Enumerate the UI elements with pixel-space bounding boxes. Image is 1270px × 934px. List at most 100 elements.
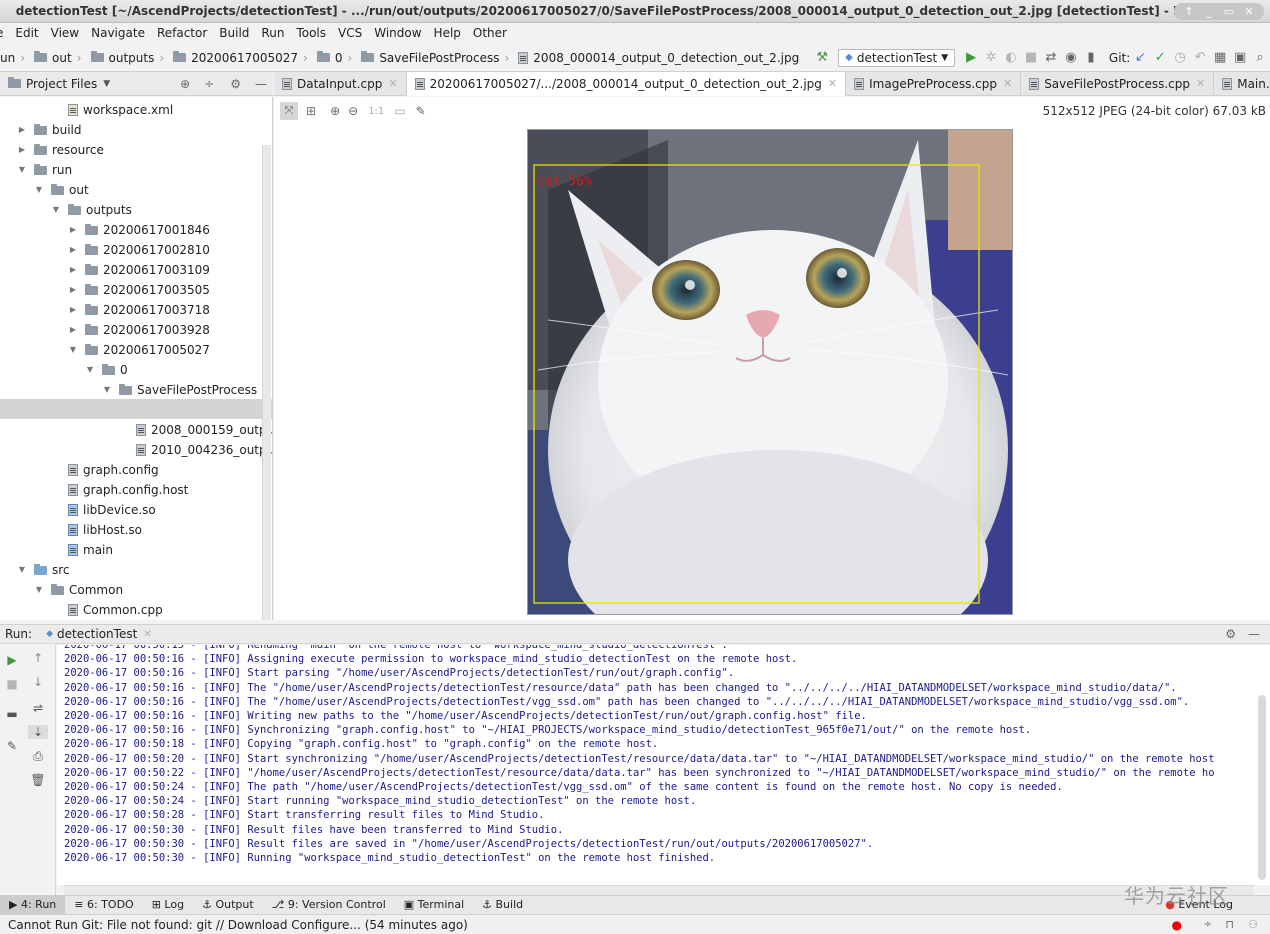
menu-vcs[interactable]: VCS xyxy=(332,23,368,44)
chessboard-icon[interactable]: ▭ xyxy=(394,104,405,118)
run-icon[interactable]: ▶ xyxy=(964,50,978,65)
tree-item[interactable]: ▶ resource xyxy=(17,140,104,160)
tree-item[interactable]: Common.cpp xyxy=(51,600,163,620)
zoom-out-icon[interactable]: ⊖ xyxy=(348,104,358,118)
fit-zoom-icon[interactable]: ⤧ xyxy=(280,102,298,120)
tree-item[interactable]: ▶ 20200617003109 xyxy=(68,260,210,280)
menu-window[interactable]: Window xyxy=(368,23,427,44)
tree-item[interactable]: ▶ 20200617001846 xyxy=(68,220,210,240)
memory-indicator-icon[interactable]: ⚇ xyxy=(1248,918,1258,931)
menu-edit[interactable]: Edit xyxy=(9,23,44,44)
breadcrumb-run[interactable]: un › xyxy=(0,51,34,65)
print-icon[interactable]: ⎙ xyxy=(28,749,48,764)
run-configuration-select[interactable]: ◆ detectionTest ▼ xyxy=(838,48,956,67)
stop-icon[interactable]: ■ xyxy=(2,677,22,691)
tree-item[interactable]: ▼ run xyxy=(17,160,72,180)
tab-detection-image[interactable]: 20200617005027/.../2008_000014_output_0_… xyxy=(406,71,847,96)
expand-closed-icon[interactable]: ▶ xyxy=(68,220,78,240)
trash-icon[interactable]: 🗑 xyxy=(28,773,48,787)
tree-scrollbar[interactable] xyxy=(262,145,271,620)
expand-closed-icon[interactable]: ▶ xyxy=(68,300,78,320)
tool-terminal[interactable]: ▣ Terminal xyxy=(395,896,473,914)
tree-item[interactable]: ▶ 20200617003928 xyxy=(68,320,210,340)
coverage-icon[interactable]: ◐ xyxy=(1004,50,1018,65)
tab-imagepreprocess[interactable]: ImagePreProcess.cpp ✕ xyxy=(846,71,1022,96)
git-revert-icon[interactable]: ↶ xyxy=(1193,50,1207,65)
tree-item[interactable]: 2010_004236_output_ xyxy=(119,440,272,460)
menu-build[interactable]: Build xyxy=(213,23,255,44)
expand-closed-icon[interactable]: ▶ xyxy=(17,140,27,160)
project-view-select[interactable]: Project Files xyxy=(26,77,97,91)
run-tab-detectiontest[interactable]: ◆ detectionTest ✕ xyxy=(46,627,152,641)
lock-icon[interactable]: ⊓ xyxy=(1225,918,1234,931)
tree-item[interactable]: ▶ build xyxy=(17,120,82,140)
expand-open-icon[interactable]: ▼ xyxy=(102,380,112,400)
encoding-icon[interactable]: ÷ xyxy=(1204,919,1212,930)
menu-view[interactable]: View xyxy=(45,23,85,44)
expand-open-icon[interactable]: ▼ xyxy=(85,360,95,380)
git-update-icon[interactable]: ↙ xyxy=(1133,50,1147,65)
hide-icon[interactable]: — xyxy=(255,77,267,91)
breadcrumb-savefilepostprocess[interactable]: SaveFilePostProcess › xyxy=(361,51,518,65)
tree-item[interactable]: ▼ src xyxy=(17,560,70,580)
run-console-output[interactable]: 2020-06-17 00:50:15 - [INFO] Renaming "m… xyxy=(57,645,1270,885)
expand-closed-icon[interactable]: ▶ xyxy=(68,260,78,280)
status-message[interactable]: Cannot Run Git: File not found: git // D… xyxy=(8,918,468,932)
debug-icon[interactable]: ✲ xyxy=(984,50,998,65)
tree-item[interactable]: ▼ 0 xyxy=(85,360,128,380)
terminal-icon[interactable]: ▣ xyxy=(1233,50,1247,65)
tool-output[interactable]: ⚓ Output xyxy=(193,896,263,914)
tab-main-h[interactable]: Main.h✕ xyxy=(1214,72,1270,96)
menu-other[interactable]: Other xyxy=(467,23,513,44)
window-maximize-icon[interactable]: ▭ xyxy=(1220,3,1238,20)
menu-file[interactable]: e xyxy=(0,23,9,44)
collapse-icon[interactable]: ÷ xyxy=(204,77,214,91)
tree-item[interactable]: ▼ SaveFilePostProcess xyxy=(102,380,257,400)
tree-item[interactable]: ▼ 20200617005027 xyxy=(68,340,210,360)
close-icon[interactable]: ✕ xyxy=(1003,77,1012,90)
breadcrumb-zero[interactable]: 0 › xyxy=(316,51,361,65)
menu-run[interactable]: Run xyxy=(255,23,290,44)
locate-icon[interactable]: ⊕ xyxy=(180,77,190,91)
tool-run[interactable]: ▶ 4: Run xyxy=(0,896,66,914)
expand-closed-icon[interactable]: ▶ xyxy=(17,120,27,140)
gear-icon[interactable]: ⚙ xyxy=(1225,627,1236,641)
tool-log[interactable]: ⊞ Log xyxy=(143,896,193,914)
breadcrumb-outputs[interactable]: outputs › xyxy=(90,51,174,65)
tool-todo[interactable]: ≡ 6: TODO xyxy=(65,896,142,914)
eye-icon[interactable]: ◉ xyxy=(1064,50,1078,65)
tree-item[interactable]: 2008_000159_output_ xyxy=(119,420,272,440)
expand-open-icon[interactable]: ▼ xyxy=(51,200,61,220)
chevron-down-icon[interactable]: ▼ xyxy=(103,79,110,89)
tree-item[interactable]: graph.config xyxy=(51,460,159,480)
expand-closed-icon[interactable]: ▶ xyxy=(68,240,78,260)
window-minimize-icon[interactable]: _ xyxy=(1200,3,1218,20)
breadcrumb-image-file[interactable]: 2008_000014_output_0_detection_out_2.jpg xyxy=(518,51,803,65)
expand-open-icon[interactable]: ▼ xyxy=(34,180,44,200)
close-icon[interactable]: ✕ xyxy=(828,77,837,90)
tree-item[interactable]: ▼ out xyxy=(34,180,89,200)
git-history-icon[interactable]: ◷ xyxy=(1173,50,1187,65)
hide-icon[interactable]: — xyxy=(1248,627,1260,641)
tree-item[interactable]: libHost.so xyxy=(51,520,142,540)
scroll-to-end-icon[interactable]: ⇣ xyxy=(28,725,48,739)
sync-icon[interactable]: ⇄ xyxy=(1044,50,1058,65)
tree-item[interactable]: ▶ 20200617003718 xyxy=(68,300,210,320)
zoom-in-icon[interactable]: ⊕ xyxy=(330,104,340,118)
project-structure-icon[interactable]: ▦ xyxy=(1213,50,1227,65)
close-icon[interactable]: ✕ xyxy=(388,77,397,90)
stop-icon[interactable]: ■ xyxy=(1024,50,1038,65)
search-icon[interactable]: ⌕ xyxy=(1253,50,1267,65)
window-close-icon[interactable]: ✕ xyxy=(1240,3,1258,20)
console-vertical-scrollbar[interactable] xyxy=(1258,695,1266,880)
actual-size-button[interactable]: 1:1 xyxy=(368,106,384,117)
gear-icon[interactable]: ⚙ xyxy=(230,77,241,91)
color-picker-icon[interactable]: ✎ xyxy=(416,104,426,118)
tree-item[interactable]: main xyxy=(51,540,113,560)
tool-version-control[interactable]: ⎇ 9: Version Control xyxy=(263,896,395,914)
expand-closed-icon[interactable]: ▶ xyxy=(68,320,78,340)
error-indicator-icon[interactable]: ● xyxy=(1172,918,1182,932)
menu-tools[interactable]: Tools xyxy=(290,23,332,44)
pin-icon[interactable]: ✎ xyxy=(2,739,22,753)
soft-wrap-icon[interactable]: ⇌ xyxy=(28,701,48,715)
